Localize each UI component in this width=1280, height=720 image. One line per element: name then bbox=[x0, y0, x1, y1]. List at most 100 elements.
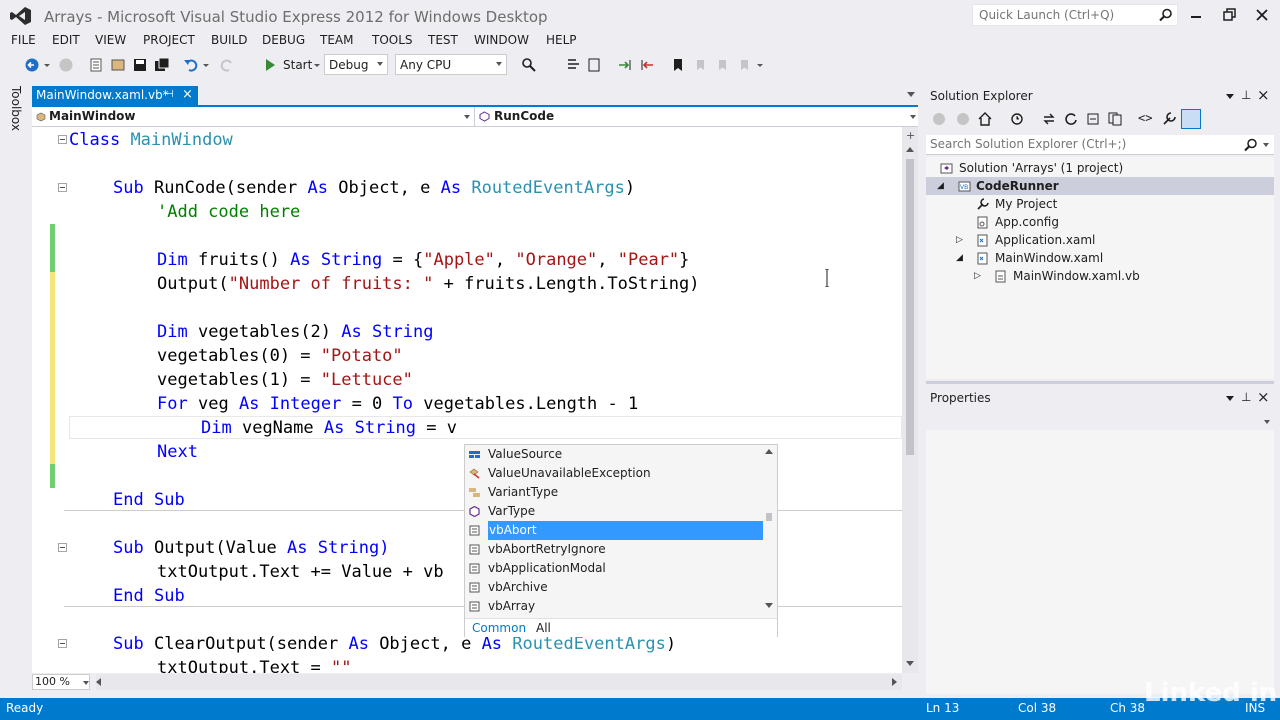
quick-launch-input[interactable] bbox=[973, 5, 1153, 25]
intellisense-item[interactable]: vbAbortRetryIgnore bbox=[465, 540, 761, 559]
tab-all[interactable]: All bbox=[536, 621, 551, 635]
menu-team[interactable]: TEAM bbox=[320, 33, 353, 47]
vertical-scrollbar[interactable]: + bbox=[902, 127, 918, 673]
toggle-comment-icon[interactable] bbox=[566, 57, 582, 73]
solution-search-input[interactable] bbox=[926, 135, 1226, 153]
preview-selected-items-button[interactable] bbox=[1181, 109, 1201, 129]
close-pane-icon[interactable]: × bbox=[1257, 86, 1270, 104]
show-all-files-icon[interactable] bbox=[1108, 112, 1122, 126]
menu-view[interactable]: VIEW bbox=[95, 33, 126, 47]
solution-tree[interactable]: Solution 'Arrays' (1 project) ◢ VB CodeR… bbox=[926, 157, 1274, 379]
properties-wrench-icon[interactable] bbox=[1162, 112, 1176, 126]
maximize-button[interactable] bbox=[1220, 6, 1240, 24]
collapse-class-icon[interactable] bbox=[58, 135, 67, 144]
solution-explorer-search[interactable] bbox=[926, 135, 1274, 155]
close-button[interactable] bbox=[1252, 6, 1272, 24]
collapsed-arrow-icon[interactable]: ▷ bbox=[956, 231, 963, 249]
indent-icon[interactable] bbox=[617, 57, 633, 73]
tree-item-app-config[interactable]: App.config bbox=[976, 213, 1256, 231]
pin-icon[interactable]: ⊣ bbox=[165, 89, 174, 100]
undo-icon[interactable] bbox=[183, 57, 199, 73]
intellisense-item[interactable]: vbArchive bbox=[465, 578, 761, 597]
open-file-icon[interactable] bbox=[110, 57, 126, 73]
scroll-thumb[interactable] bbox=[906, 159, 914, 455]
scroll-up-icon[interactable] bbox=[906, 147, 914, 152]
intellisense-item[interactable]: vbApplicationModal bbox=[465, 559, 761, 578]
close-pane-icon[interactable]: × bbox=[1257, 388, 1270, 406]
scroll-left-icon[interactable] bbox=[96, 678, 101, 686]
intellisense-item[interactable]: ValueUnavailableException bbox=[465, 464, 761, 483]
chevron-down-icon[interactable] bbox=[1264, 420, 1270, 424]
view-code-icon[interactable]: <> bbox=[1138, 111, 1152, 125]
sync-icon[interactable] bbox=[1042, 112, 1056, 126]
collapse-sub-icon[interactable] bbox=[58, 639, 67, 648]
chevron-down-icon[interactable] bbox=[464, 115, 470, 119]
forward-icon[interactable] bbox=[58, 57, 74, 73]
scroll-thumb[interactable] bbox=[766, 513, 772, 521]
start-play-icon[interactable] bbox=[262, 57, 278, 73]
save-icon[interactable] bbox=[132, 57, 148, 73]
chevron-down-icon[interactable] bbox=[314, 64, 320, 67]
search-icon[interactable] bbox=[1244, 138, 1258, 152]
tree-item-mainwindow-xaml[interactable]: ◢ MainWindow.xaml bbox=[956, 249, 1256, 267]
pane-menu-icon[interactable] bbox=[1226, 94, 1234, 99]
intellisense-item-selected[interactable]: vbAbort bbox=[465, 521, 763, 540]
chevron-down-icon[interactable] bbox=[1263, 143, 1269, 147]
member-dropdown[interactable]: RunCode bbox=[494, 109, 554, 123]
menu-test[interactable]: TEST bbox=[428, 33, 458, 47]
scroll-up-icon[interactable] bbox=[765, 449, 773, 454]
properties-grid[interactable] bbox=[926, 430, 1274, 694]
uncomment-icon[interactable] bbox=[587, 57, 603, 73]
bookmark-icon[interactable] bbox=[670, 57, 686, 73]
prev-bookmark-icon[interactable] bbox=[692, 57, 708, 73]
intellisense-item[interactable]: VariantType bbox=[465, 483, 761, 502]
chevron-down-icon[interactable] bbox=[203, 64, 209, 67]
scroll-down-icon[interactable] bbox=[765, 603, 773, 608]
pending-changes-icon[interactable] bbox=[1010, 112, 1024, 126]
intellisense-list[interactable]: ValueSource ValueUnavailableException Va… bbox=[464, 444, 778, 637]
pin-icon[interactable]: ⊥ bbox=[1241, 390, 1251, 404]
clear-bookmarks-icon[interactable] bbox=[736, 57, 752, 73]
menu-debug[interactable]: DEBUG bbox=[262, 33, 305, 47]
outdent-icon[interactable] bbox=[639, 57, 655, 73]
platform-select[interactable]: Any CPU bbox=[395, 54, 507, 75]
minimize-button[interactable] bbox=[1186, 6, 1206, 24]
next-bookmark-icon[interactable] bbox=[714, 57, 730, 73]
tab-common[interactable]: Common bbox=[472, 621, 526, 635]
menu-build[interactable]: BUILD bbox=[211, 33, 247, 47]
intellisense-item[interactable]: VarType bbox=[465, 502, 761, 521]
pane-splitter[interactable] bbox=[926, 381, 1274, 384]
refresh-icon[interactable] bbox=[1064, 112, 1078, 126]
toolbar-overflow-icon[interactable] bbox=[757, 64, 763, 67]
tree-item-mainwindow-xaml-vb[interactable]: ▷ MainWindow.xaml.vb bbox=[974, 267, 1264, 285]
find-in-files-icon[interactable] bbox=[521, 57, 537, 73]
tree-item-application-xaml[interactable]: ▷ Application.xaml bbox=[956, 231, 1256, 249]
type-dropdown[interactable]: MainWindow bbox=[49, 109, 136, 123]
collapse-sub-icon[interactable] bbox=[58, 543, 67, 552]
save-all-icon[interactable] bbox=[154, 57, 170, 73]
collapsed-arrow-icon[interactable]: ▷ bbox=[974, 267, 981, 285]
redo-icon[interactable] bbox=[219, 57, 235, 73]
tab-overflow-icon[interactable] bbox=[907, 92, 915, 97]
forward-icon[interactable] bbox=[956, 112, 970, 126]
tree-item-my-project[interactable]: My Project bbox=[976, 195, 1256, 213]
tree-item-project-selected[interactable]: ◢ VB CodeRunner bbox=[926, 177, 1274, 195]
horizontal-scrollbar[interactable] bbox=[96, 674, 902, 690]
menu-tools[interactable]: TOOLS bbox=[372, 33, 413, 47]
chevron-down-icon[interactable] bbox=[910, 115, 916, 119]
start-button[interactable]: Start bbox=[283, 58, 312, 72]
toolbox-tab[interactable]: Toolbox bbox=[9, 86, 23, 131]
back-icon[interactable] bbox=[932, 112, 946, 126]
collapse-all-icon[interactable] bbox=[1086, 112, 1100, 126]
close-tab-icon[interactable]: × bbox=[182, 87, 193, 102]
expanded-arrow-icon[interactable]: ◢ bbox=[937, 177, 944, 195]
chevron-down-icon[interactable] bbox=[44, 64, 50, 67]
menu-edit[interactable]: EDIT bbox=[52, 33, 80, 47]
intellisense-scrollbar[interactable] bbox=[762, 445, 776, 613]
new-project-icon[interactable] bbox=[88, 57, 104, 73]
search-icon[interactable] bbox=[1159, 8, 1173, 22]
collapse-sub-icon[interactable] bbox=[58, 183, 67, 192]
tree-item-solution[interactable]: Solution 'Arrays' (1 project) bbox=[940, 159, 1260, 177]
quick-launch-box[interactable] bbox=[972, 4, 1178, 26]
intellisense-item[interactable]: ValueSource bbox=[465, 445, 761, 464]
